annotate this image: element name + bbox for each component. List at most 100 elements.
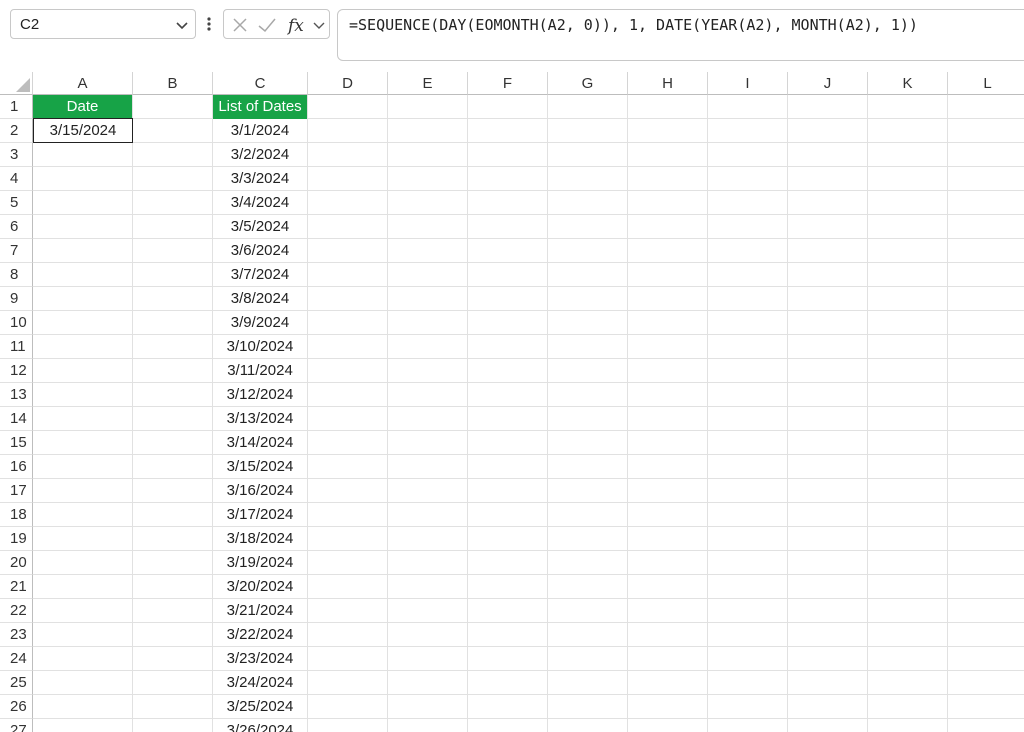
gridline-horizontal — [33, 646, 1024, 647]
close-icon[interactable] — [230, 14, 250, 36]
cell-c2[interactable]: 3/1/2024 — [213, 119, 307, 143]
row-header-11[interactable]: 11 — [0, 335, 33, 359]
row-header-21[interactable]: 21 — [0, 575, 33, 599]
row-header-3[interactable]: 3 — [0, 143, 33, 167]
row-header-14[interactable]: 14 — [0, 407, 33, 431]
column-header-f[interactable]: F — [468, 72, 548, 95]
gridline-horizontal — [33, 574, 1024, 575]
row-header-27[interactable]: 27 — [0, 719, 33, 732]
cell-a2[interactable]: 3/15/2024 — [33, 118, 133, 143]
row-header-12[interactable]: 12 — [0, 359, 33, 383]
row-header-8[interactable]: 8 — [0, 263, 33, 287]
cell-c12[interactable]: 3/11/2024 — [213, 359, 307, 383]
gridline-horizontal — [33, 454, 1024, 455]
column-header-c[interactable]: C — [213, 72, 308, 95]
column-header-a[interactable]: A — [33, 72, 133, 95]
column-header-i[interactable]: I — [708, 72, 788, 95]
column-header-l[interactable]: L — [948, 72, 1024, 95]
cell-c26[interactable]: 3/25/2024 — [213, 695, 307, 719]
check-icon[interactable] — [256, 14, 278, 36]
cell-c20[interactable]: 3/19/2024 — [213, 551, 307, 575]
gridline-horizontal — [33, 406, 1024, 407]
row-header-18[interactable]: 18 — [0, 503, 33, 527]
row-header-4[interactable]: 4 — [0, 167, 33, 191]
cell-c25[interactable]: 3/24/2024 — [213, 671, 307, 695]
column-header-e[interactable]: E — [388, 72, 468, 95]
row-header-16[interactable]: 16 — [0, 455, 33, 479]
row-header-7[interactable]: 7 — [0, 239, 33, 263]
cell-c8[interactable]: 3/7/2024 — [213, 263, 307, 287]
column-header-k[interactable]: K — [868, 72, 948, 95]
cell-c19[interactable]: 3/18/2024 — [213, 527, 307, 551]
row-header-17[interactable]: 17 — [0, 479, 33, 503]
row-header-15[interactable]: 15 — [0, 431, 33, 455]
name-box-value: C2 — [20, 16, 40, 33]
cell-c15[interactable]: 3/14/2024 — [213, 431, 307, 455]
row-header-2[interactable]: 2 — [0, 119, 33, 143]
gridline-horizontal — [33, 142, 1024, 143]
formula-toolbar: C2 fx =SEQUENCE(DAY(EOMONTH(A2, 0)), 1, … — [0, 0, 1024, 72]
gridline-horizontal — [33, 334, 1024, 335]
cell-c4[interactable]: 3/3/2024 — [213, 167, 307, 191]
cell-c24[interactable]: 3/23/2024 — [213, 647, 307, 671]
cell-c23[interactable]: 3/22/2024 — [213, 623, 307, 647]
cell-c17[interactable]: 3/16/2024 — [213, 479, 307, 503]
select-all-button[interactable] — [0, 72, 33, 95]
cell-c10[interactable]: 3/9/2024 — [213, 311, 307, 335]
gridline-horizontal — [33, 238, 1024, 239]
worksheet-grid[interactable]: A B C D E F G H I J K L 1 2 3 4 5 6 7 8 9 10 11 12 13 14 15 16 17 18 1… — [0, 72, 1024, 732]
cell-c16[interactable]: 3/15/2024 — [213, 455, 307, 479]
gridline-horizontal — [33, 478, 1024, 479]
column-header-g[interactable]: G — [548, 72, 628, 95]
vertical-dots-icon[interactable] — [204, 14, 214, 34]
row-header-6[interactable]: 6 — [0, 215, 33, 239]
name-box[interactable]: C2 — [10, 9, 196, 39]
row-header-9[interactable]: 9 — [0, 287, 33, 311]
cell-c21[interactable]: 3/20/2024 — [213, 575, 307, 599]
gridline-horizontal — [33, 550, 1024, 551]
formula-text: =SEQUENCE(DAY(EOMONTH(A2, 0)), 1, DATE(Y… — [349, 16, 918, 34]
cell-c5[interactable]: 3/4/2024 — [213, 191, 307, 215]
cell-a1-header[interactable]: Date — [33, 95, 132, 119]
row-header-23[interactable]: 23 — [0, 623, 33, 647]
cell-c1-header[interactable]: List of Dates — [213, 95, 307, 119]
gridline-horizontal — [33, 502, 1024, 503]
cell-c9[interactable]: 3/8/2024 — [213, 287, 307, 311]
gridline-horizontal — [33, 694, 1024, 695]
cell-c11[interactable]: 3/10/2024 — [213, 335, 307, 359]
cell-c13[interactable]: 3/12/2024 — [213, 383, 307, 407]
cell-c14[interactable]: 3/13/2024 — [213, 407, 307, 431]
chevron-down-icon[interactable] — [312, 14, 326, 36]
select-all-icon — [16, 78, 30, 92]
row-header-13[interactable]: 13 — [0, 383, 33, 407]
fx-icon[interactable]: fx — [286, 14, 310, 36]
row-header-1[interactable]: 1 — [0, 95, 33, 119]
row-header-20[interactable]: 20 — [0, 551, 33, 575]
column-header-b[interactable]: B — [133, 72, 213, 95]
row-header-19[interactable]: 19 — [0, 527, 33, 551]
chevron-down-icon[interactable] — [175, 18, 189, 32]
row-header-24[interactable]: 24 — [0, 647, 33, 671]
gridline-horizontal — [33, 166, 1024, 167]
gridline-horizontal — [33, 118, 1024, 119]
gridline-horizontal — [33, 670, 1024, 671]
cell-c18[interactable]: 3/17/2024 — [213, 503, 307, 527]
row-header-5[interactable]: 5 — [0, 191, 33, 215]
row-header-25[interactable]: 25 — [0, 671, 33, 695]
column-header-j[interactable]: J — [788, 72, 868, 95]
row-header-26[interactable]: 26 — [0, 695, 33, 719]
row-header-10[interactable]: 10 — [0, 311, 33, 335]
gridline-horizontal — [33, 358, 1024, 359]
column-header-d[interactable]: D — [308, 72, 388, 95]
cell-c27[interactable]: 3/26/2024 — [213, 719, 307, 732]
row-header-22[interactable]: 22 — [0, 599, 33, 623]
formula-buttons: fx — [223, 9, 330, 39]
cell-c22[interactable]: 3/21/2024 — [213, 599, 307, 623]
column-header-h[interactable]: H — [628, 72, 708, 95]
gridline-horizontal — [33, 526, 1024, 527]
gridline-horizontal — [33, 598, 1024, 599]
cell-c7[interactable]: 3/6/2024 — [213, 239, 307, 263]
cell-c3[interactable]: 3/2/2024 — [213, 143, 307, 167]
cell-c6[interactable]: 3/5/2024 — [213, 215, 307, 239]
formula-input[interactable]: =SEQUENCE(DAY(EOMONTH(A2, 0)), 1, DATE(Y… — [337, 9, 1024, 61]
